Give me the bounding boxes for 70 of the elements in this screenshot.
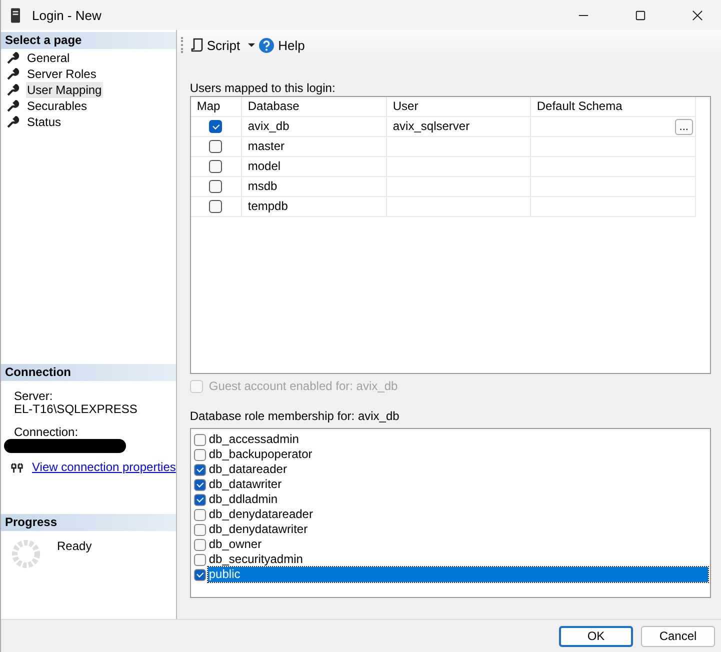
ok-button[interactable]: OK — [559, 626, 633, 646]
cancel-button[interactable]: Cancel — [641, 626, 715, 646]
checkbox[interactable] — [194, 448, 206, 460]
checkbox[interactable] — [194, 554, 206, 566]
table-cell-text: avix_sqlserver — [392, 118, 470, 135]
sidebar-item[interactable]: User Mapping — [26, 82, 103, 98]
table-cell: master — [242, 137, 387, 156]
progress-status: Ready — [57, 539, 92, 553]
wrench-icon — [7, 52, 19, 64]
list-item[interactable]: db_datawriter — [208, 477, 708, 492]
maximize-icon[interactable] — [635, 10, 646, 20]
column-header: Database — [242, 97, 387, 116]
checkbox[interactable] — [209, 120, 222, 133]
column-header: Default Schema — [530, 97, 696, 116]
connection-properties-link[interactable]: View connection properties — [32, 461, 176, 474]
list-item[interactable]: db_denydatawriter — [208, 522, 708, 537]
list-item[interactable]: db_owner — [208, 537, 708, 552]
table-cell: avix_db — [242, 117, 387, 136]
checkbox[interactable] — [209, 160, 222, 173]
window-title: Login - New — [32, 8, 102, 22]
wrench-icon — [7, 100, 19, 112]
server-label: Server: — [14, 390, 54, 403]
sidebar-item[interactable]: Server Roles — [26, 66, 98, 82]
checkbox[interactable] — [194, 508, 206, 520]
checkbox[interactable] — [209, 180, 222, 193]
help-button[interactable]: Help — [257, 38, 307, 52]
list-item[interactable]: db_securityadmin — [208, 552, 708, 567]
dropdown-caret-icon[interactable] — [248, 42, 256, 48]
browse-button[interactable]: ... — [674, 118, 693, 134]
section-label: Users mapped to this login: — [190, 81, 336, 95]
plug-icon — [11, 462, 24, 474]
section-header: Connection — [1, 364, 176, 381]
list-item[interactable]: db_accessadmin — [208, 432, 708, 447]
column-header: Map — [190, 97, 242, 116]
section-label: Database role membership for: avix_db — [190, 409, 400, 423]
table-cell: tempdb — [242, 197, 387, 216]
checkbox[interactable] — [194, 464, 206, 476]
checkbox-label: Guest account enabled for: avix_db — [208, 379, 398, 393]
checkbox[interactable] — [194, 538, 206, 550]
checkbox[interactable] — [194, 478, 206, 490]
checkbox[interactable] — [194, 524, 206, 536]
checkbox[interactable] — [194, 434, 206, 446]
list-item[interactable]: db_datareader — [208, 462, 708, 477]
section-header: Select a page — [1, 32, 176, 49]
sidebar-item[interactable]: Status — [26, 114, 62, 130]
spinner-icon — [11, 539, 41, 569]
list-item[interactable]: db_ddladmin — [208, 492, 708, 507]
list-item[interactable]: public — [208, 567, 708, 582]
connection-label: Connection: — [14, 426, 80, 439]
close-icon[interactable] — [692, 10, 703, 20]
wrench-icon — [7, 68, 19, 80]
script-button[interactable]: Script — [188, 38, 242, 52]
checkbox[interactable] — [194, 568, 206, 580]
sidebar-item[interactable]: Securables — [26, 98, 88, 114]
column-header: User — [386, 97, 531, 116]
sidebar-item[interactable]: General — [26, 50, 71, 66]
table-cell: msdb — [242, 177, 387, 196]
server-icon — [11, 8, 20, 22]
checkbox[interactable] — [194, 494, 206, 506]
wrench-icon — [7, 84, 19, 96]
server-name: EL-T16\SQLEXPRESS — [14, 403, 138, 416]
checkbox[interactable] — [209, 140, 222, 153]
table-cell: model — [242, 157, 387, 176]
list-item[interactable]: db_denydatareader — [208, 507, 708, 522]
wrench-icon — [7, 116, 19, 128]
script-icon — [190, 38, 203, 52]
checkbox[interactable] — [209, 200, 222, 213]
help-icon — [259, 38, 274, 52]
list-item[interactable]: db_backupoperator — [208, 447, 708, 462]
section-header: Progress — [1, 514, 176, 531]
